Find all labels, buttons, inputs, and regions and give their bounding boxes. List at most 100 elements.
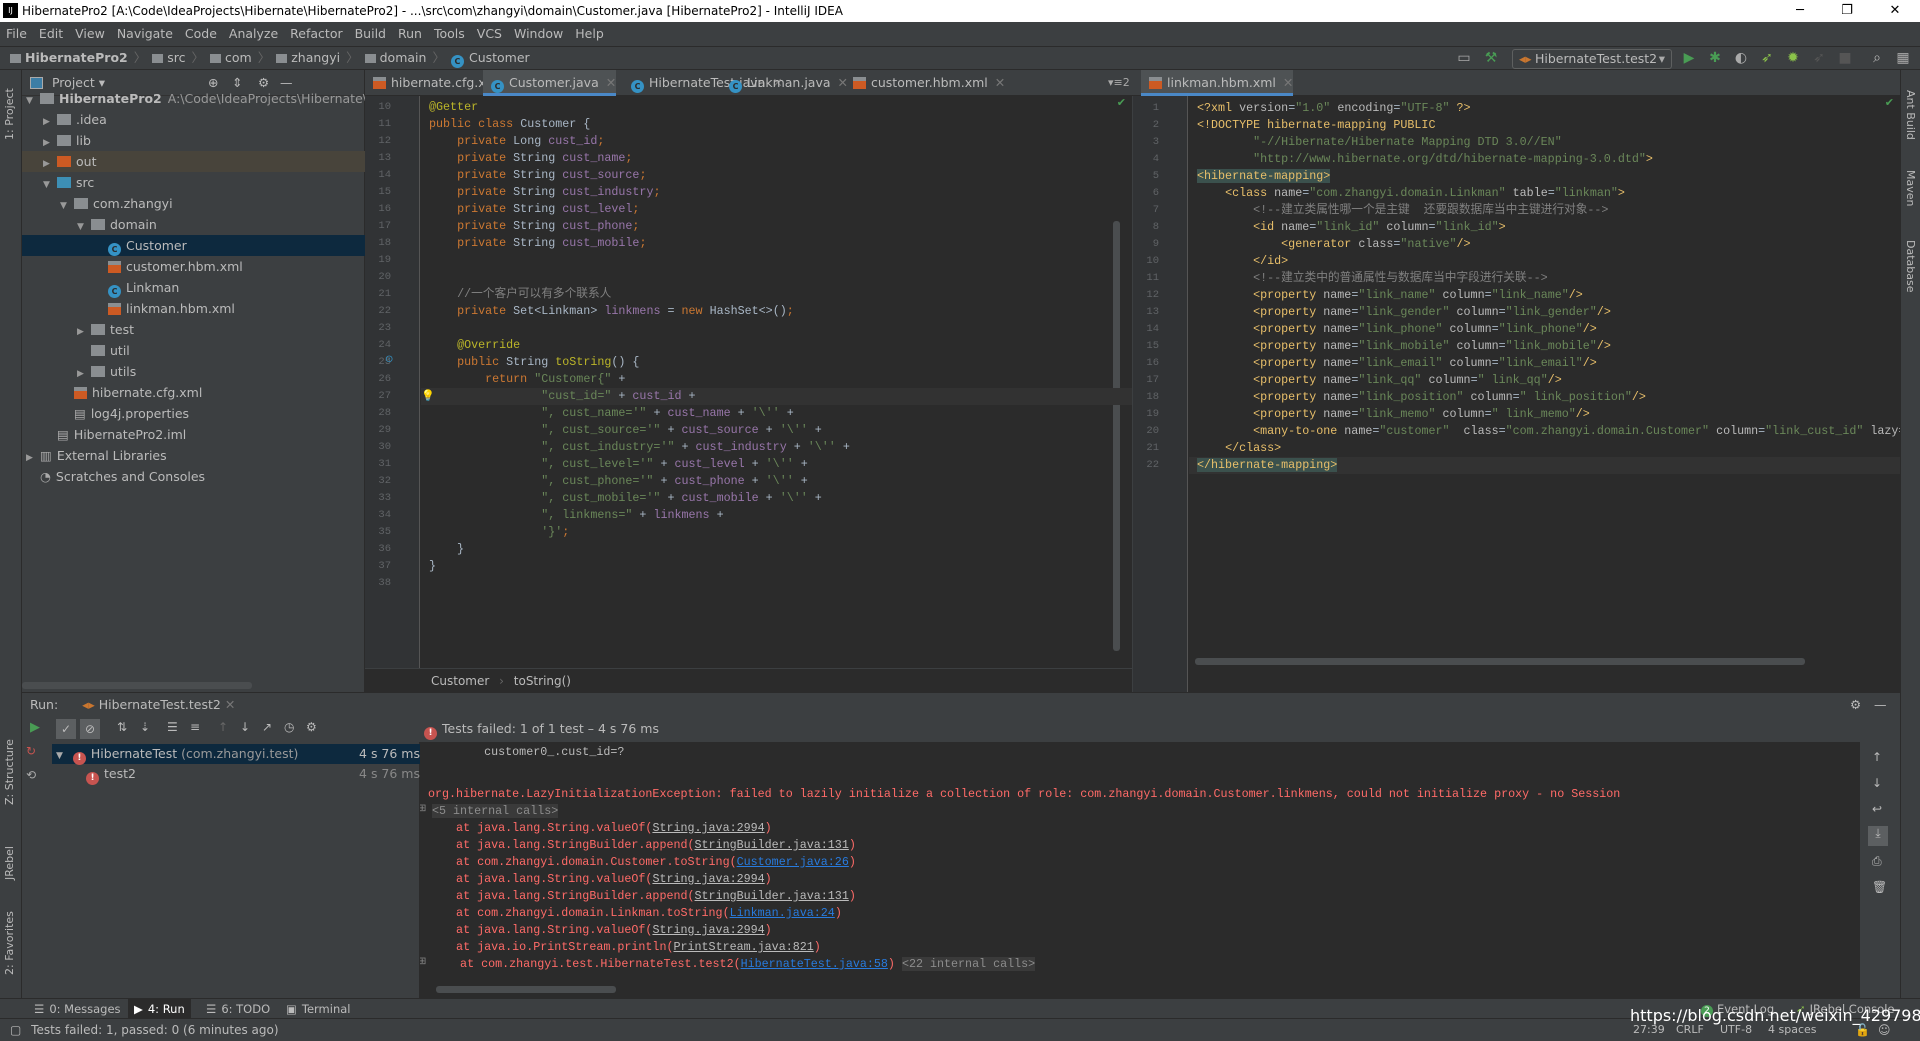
file-encoding[interactable]: UTF-8: [1720, 1019, 1752, 1041]
tree-item[interactable]: ▶ lib: [22, 130, 365, 151]
code-line[interactable]: private Long cust_id;: [421, 133, 1132, 150]
tab-customer-java[interactable]: C Customer.java ✕: [483, 70, 617, 96]
stripe-favorites[interactable]: 2: Favorites: [3, 911, 16, 975]
stripe-ant-build[interactable]: Ant Build: [1904, 90, 1917, 140]
expand-arrow-icon[interactable]: ▼: [56, 751, 63, 761]
code-line[interactable]: private String cust_name;: [421, 150, 1132, 167]
code-line[interactable]: <id name="link_id" column="link_id">: [1189, 219, 1900, 236]
tree-item[interactable]: ▶ ▥ External Libraries: [22, 445, 365, 466]
toggle-auto-test-icon[interactable]: ⟲: [26, 768, 36, 782]
stacktrace-link[interactable]: String.java:2994: [652, 821, 764, 835]
stacktrace-link[interactable]: Customer.java:26: [737, 855, 849, 869]
stacktrace-link[interactable]: String.java:2994: [652, 872, 764, 886]
stacktrace-link[interactable]: Linkman.java:24: [730, 906, 835, 920]
code-line[interactable]: @Override: [421, 337, 1132, 354]
stacktrace-link[interactable]: StringBuilder.java:131: [695, 889, 849, 903]
code-line[interactable]: <property name="link_phone" column="link…: [1189, 321, 1900, 338]
soft-wrap-icon[interactable]: ↩: [1872, 802, 1882, 816]
code-line[interactable]: ", cust_source='" + cust_source + '\'' +: [421, 422, 1132, 439]
code-line[interactable]: <property name="link_mobile" column="lin…: [1189, 338, 1900, 355]
intention-bulb-icon[interactable]: 💡: [421, 389, 435, 403]
build-hammer-icon[interactable]: ⚒: [1482, 50, 1500, 66]
trash-icon[interactable]: 🗑: [1872, 880, 1887, 894]
code-line[interactable]: ", cust_level='" + cust_level + '\'' +: [421, 456, 1132, 473]
breadcrumb-method[interactable]: toString(): [514, 674, 571, 688]
tree-item[interactable]: ▶ out: [22, 151, 365, 172]
tree-item[interactable]: ▤ log4j.properties: [22, 403, 365, 424]
collapse-all-icon[interactable]: ≡: [190, 720, 200, 734]
breadcrumb-item[interactable]: com 〉: [210, 50, 270, 65]
code-line[interactable]: }: [421, 541, 1132, 558]
code-line[interactable]: <!DOCTYPE hibernate-mapping PUBLIC: [1189, 117, 1900, 134]
menu-refactor[interactable]: Refactor: [290, 26, 342, 41]
tree-item[interactable]: hibernate.cfg.xml: [22, 382, 365, 403]
breadcrumb-item[interactable]: C Customer: [450, 50, 530, 68]
code-line[interactable]: <hibernate-mapping>: [1189, 168, 1900, 185]
menu-view[interactable]: View: [75, 26, 105, 41]
code-line[interactable]: ", linkmens=" + linkmens +: [421, 507, 1132, 524]
code-line[interactable]: [421, 269, 1132, 286]
code-line[interactable]: "http://www.hibernate.org/dtd/hibernate-…: [1189, 151, 1900, 168]
tab-customer-hbm-xml[interactable]: customer.hbm.xml ✕: [845, 70, 1005, 96]
code-line[interactable]: return "Customer{" +: [421, 371, 1132, 388]
code-line[interactable]: <property name="link_email" column="link…: [1189, 355, 1900, 372]
tree-item[interactable]: C Customer: [22, 235, 365, 256]
hide-icon[interactable]: —: [1874, 693, 1887, 717]
fold-toggle-icon[interactable]: ⊞: [420, 956, 426, 968]
breadcrumb-item[interactable]: zhangyi 〉: [276, 50, 359, 65]
menu-file[interactable]: File: [6, 26, 27, 41]
xml-editor[interactable]: ✔ 1 <?xml version="1.0" encoding="UTF-8" …: [1133, 96, 1900, 692]
restore-button[interactable]: ❐: [1827, 0, 1867, 22]
stripe-jrebel[interactable]: JRebel: [3, 846, 16, 880]
next-failed-icon[interactable]: ↓: [240, 720, 250, 734]
menu-window[interactable]: Window: [514, 26, 563, 41]
console-horizontal-scrollbar[interactable]: [436, 986, 616, 993]
rerun-icon[interactable]: ▶: [30, 720, 40, 735]
code-line[interactable]: //一个客户可以有多个联系人: [421, 286, 1132, 303]
fold-toggle-icon[interactable]: ⊞: [420, 803, 426, 815]
close-icon[interactable]: ✕: [606, 75, 616, 90]
code-line[interactable]: [421, 320, 1132, 337]
menu-edit[interactable]: Edit: [39, 26, 63, 41]
code-line[interactable]: <property name="link_position" column=" …: [1189, 389, 1900, 406]
code-line[interactable]: }: [421, 558, 1132, 575]
override-marker-icon[interactable]: ⊙: [385, 354, 393, 366]
history-icon[interactable]: ◷: [284, 720, 294, 734]
run-tab[interactable]: ◂▸ HibernateTest.test2 ✕: [76, 697, 242, 712]
minimize-button[interactable]: ─: [1780, 0, 1820, 22]
jrebel-debug-icon[interactable]: ✹: [1784, 50, 1802, 66]
code-line[interactable]: private String cust_mobile;: [421, 235, 1132, 252]
code-line[interactable]: <property name="link_gender" column="lin…: [1189, 304, 1900, 321]
project-horizontal-scrollbar[interactable]: [22, 682, 252, 689]
stacktrace-link[interactable]: HibernateTest.java:58: [741, 957, 888, 971]
tab-linkman-java[interactable]: C Linkman.java ✕: [721, 70, 848, 96]
up-arrow-icon[interactable]: ↑: [1872, 750, 1882, 764]
gear-icon[interactable]: ⚙: [306, 720, 317, 734]
code-line[interactable]: ", cust_name='" + cust_name + '\'' +: [421, 405, 1132, 422]
code-line[interactable]: private String cust_industry;: [421, 184, 1132, 201]
tree-item[interactable]: linkman.hbm.xml: [22, 298, 365, 319]
code-line[interactable]: "cust_id=" + cust_id +: [421, 388, 1132, 405]
stripe-maven[interactable]: Maven: [1904, 170, 1917, 206]
project-structure-icon[interactable]: ▦: [1894, 50, 1912, 66]
stacktrace-link[interactable]: PrintStream.java:821: [673, 940, 813, 954]
menu-tools[interactable]: Tools: [434, 26, 465, 41]
caret-position[interactable]: 27:39: [1633, 1019, 1665, 1041]
internal-calls-fold[interactable]: <5 internal calls>: [432, 804, 559, 818]
tabs-overflow-button[interactable]: ▾≡2: [1100, 70, 1130, 96]
stripe-project[interactable]: 1: Project: [3, 88, 16, 140]
java-editor[interactable]: ✔ 9@Setter10@Getter11public class Custom…: [365, 96, 1132, 668]
sort-duration-icon[interactable]: ⇣: [140, 720, 150, 734]
code-line[interactable]: public String toString() {: [421, 354, 1132, 371]
code-line[interactable]: private String cust_source;: [421, 167, 1132, 184]
editor-horizontal-scrollbar[interactable]: [1195, 658, 1805, 665]
menu-navigate[interactable]: Navigate: [117, 26, 173, 41]
close-icon[interactable]: ✕: [995, 75, 1005, 90]
code-line[interactable]: private String cust_phone;: [421, 218, 1132, 235]
tree-item[interactable]: ▼ domain: [22, 214, 365, 235]
code-line[interactable]: @Getter: [421, 99, 1132, 116]
code-line[interactable]: <property name="link_name" column="link_…: [1189, 287, 1900, 304]
indent-setting[interactable]: 4 spaces: [1768, 1019, 1817, 1041]
test-suite-row[interactable]: ▼ ! HibernateTest (com.zhangyi.test) 4 s …: [52, 744, 420, 765]
code-line[interactable]: <!--建立类属性哪一个是主键 还要跟数据库当中主键进行对象-->: [1189, 202, 1900, 219]
